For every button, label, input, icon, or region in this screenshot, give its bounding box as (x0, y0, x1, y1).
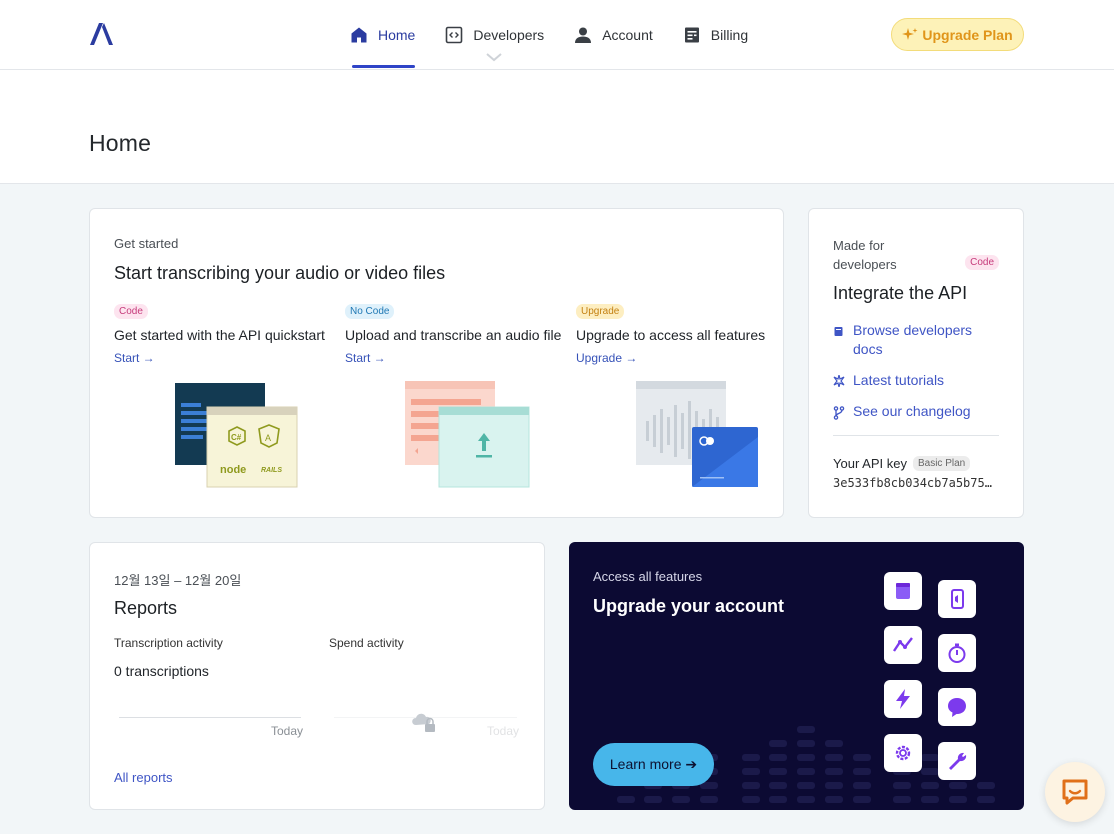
support-chat-button[interactable] (1045, 762, 1105, 822)
transcription-activity-label: Transcription activity (114, 636, 223, 650)
csharp-logo: C# (231, 433, 242, 442)
page-header: Home (0, 70, 1114, 184)
upload-start-link[interactable]: Start → (345, 351, 386, 365)
quickstart-column: Code Get started with the API quickstart… (114, 301, 334, 367)
sparkle-icon (902, 27, 918, 40)
changelog-label: See our changelog (853, 403, 971, 419)
upgrade-features-title: Upgrade to access all features (576, 327, 766, 343)
browse-docs-link[interactable]: Browse developers docs (833, 321, 1003, 359)
rails-logo: RAILS (261, 467, 282, 474)
api-title: Integrate the API (833, 283, 968, 303)
upload-illustration (405, 381, 530, 488)
locked-cloud-icon (412, 713, 435, 732)
stopwatch-icon (938, 634, 976, 672)
changelog-link[interactable]: See our changelog (833, 402, 1003, 421)
get-started-title: Start transcribing your audio or video f… (114, 263, 446, 283)
report-date-range: 12월 13일 – 12월 20일 (114, 573, 242, 588)
nav-billing[interactable]: Billing (683, 0, 748, 70)
main-nav: Home Developers Account Billing (350, 0, 778, 70)
nav-account[interactable]: Account (574, 0, 653, 70)
code-tag: Code (114, 304, 148, 319)
api-code-tag: Code (965, 255, 999, 270)
book-icon (834, 327, 843, 336)
nav-developers[interactable]: Developers (445, 0, 544, 70)
latest-tutorials-link[interactable]: Latest tutorials (833, 371, 1003, 390)
node-logo: node (220, 464, 246, 476)
chat-support-icon (1062, 779, 1088, 805)
api-key-label: Your API key Basic Plan (833, 456, 971, 471)
api-links: Browse developers docs Latest tutorials … (833, 321, 1003, 433)
angular-logo: A (265, 433, 271, 443)
plan-badge: Basic Plan (912, 456, 971, 471)
upgrade-tag: Upgrade (576, 304, 625, 319)
reports-title: Reports (114, 598, 178, 618)
git-branch-icon (833, 406, 845, 420)
upgrade-plan-label: Upgrade Plan (922, 26, 1013, 43)
spend-activity-label: Spend activity (329, 636, 404, 650)
latest-tutorials-label: Latest tutorials (853, 372, 945, 388)
sparkle-icon (833, 375, 845, 387)
upgrade-column: Upgrade Upgrade to access all features U… (576, 301, 796, 367)
get-started-eyebrow: Get started (114, 236, 179, 251)
nav-billing-label: Billing (710, 27, 749, 43)
logo-icon[interactable] (88, 22, 114, 46)
browse-docs-label: Browse developers docs (853, 322, 973, 357)
transcription-today-label: Today (271, 724, 304, 738)
home-icon (351, 27, 367, 43)
receipt-icon (684, 27, 699, 43)
spend-today-label: Today (487, 724, 520, 738)
nav-developers-label: Developers (473, 27, 545, 43)
transcription-count: 0 transcriptions (114, 663, 209, 679)
upload-column: No Code Upload and transcribe an audio f… (345, 301, 565, 367)
upgrade-eyebrow: Access all features (593, 569, 703, 584)
upgrade-link[interactable]: Upgrade → (576, 351, 637, 365)
person-icon (575, 27, 592, 43)
nav-home[interactable]: Home (350, 0, 416, 70)
api-key-value[interactable]: 3e533fb8cb034cb7a5b75… (833, 476, 1003, 490)
page-title: Home (89, 130, 152, 156)
get-started-card: Get started Start transcribing your audi… (89, 208, 784, 518)
all-reports-link[interactable]: All reports (114, 770, 173, 785)
quickstart-start-link[interactable]: Start → (114, 351, 155, 365)
upgrade-title: Upgrade your account (593, 596, 785, 616)
mobile-audio-icon (938, 580, 976, 618)
quickstart-title: Get started with the API quickstart (114, 327, 325, 343)
upgrade-account-card: Access all features Upgrade your account… (569, 542, 1024, 810)
trend-line-icon (884, 626, 922, 664)
no-code-tag: No Code (345, 304, 395, 319)
top-nav: Home Developers Account Billing Upgrade … (0, 0, 1114, 70)
chat-icon (938, 688, 976, 726)
learn-more-button[interactable]: Learn more ➔ (593, 743, 714, 786)
api-divider (833, 435, 999, 436)
lightning-icon (884, 680, 922, 718)
code-window-icon (446, 26, 463, 44)
transcription-chart-axis (119, 717, 301, 718)
cube-icon (884, 572, 922, 610)
api-eyebrow: Made for developers (833, 238, 897, 272)
integrate-api-card: Made for developers Code Integrate the A… (808, 208, 1024, 518)
nav-account-label: Account (602, 27, 653, 43)
upgrade-plan-button[interactable]: Upgrade Plan (891, 18, 1024, 51)
chevron-down-icon (486, 53, 503, 62)
api-key-title: Your API key (833, 456, 907, 471)
sdk-illustration: C# A node RAILS (175, 383, 298, 488)
gear-icon (884, 734, 922, 772)
upgrade-illustration (636, 381, 758, 487)
upload-title: Upload and transcribe an audio file (345, 327, 562, 343)
nav-home-label: Home (378, 27, 416, 43)
reports-card: 12월 13일 – 12월 20일 Reports Transcription … (89, 542, 545, 810)
wrench-icon (938, 742, 976, 780)
